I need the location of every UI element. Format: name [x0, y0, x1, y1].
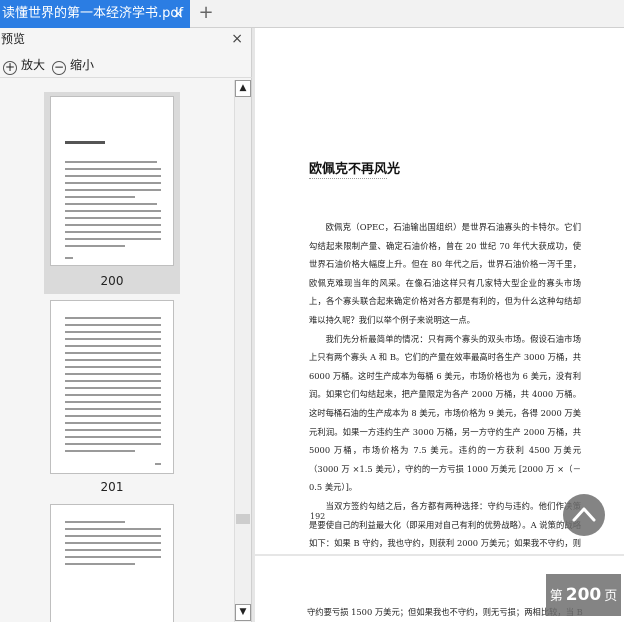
- document-page: 欧佩克不再风光 欧佩克（OPEC，石油输出国组织）是世界石油寡头的卡特尔。它们勾…: [255, 28, 624, 585]
- chevron-up-icon: [572, 507, 596, 522]
- zoom-in-button[interactable]: + 放大: [3, 56, 46, 75]
- scroll-up-arrow-icon[interactable]: ▲: [235, 80, 251, 97]
- section-title: 欧佩克不再风光: [309, 162, 401, 177]
- sidebar-title: 预览: [1, 32, 26, 46]
- paragraph: 欧佩克（OPEC，石油输出国组织）是世界石油寡头的卡特尔。它们勾结起来限制产量、…: [309, 222, 581, 325]
- thumbnail-item[interactable]: 200: [44, 92, 180, 294]
- zoom-out-label: 缩小: [70, 58, 95, 72]
- close-tab-icon[interactable]: ×: [172, 0, 184, 28]
- scroll-to-top-button[interactable]: [563, 494, 605, 536]
- page-indicator-prefix: 第: [549, 589, 563, 604]
- scroll-thumb[interactable]: [236, 514, 250, 524]
- page-thumbnail: [50, 300, 174, 474]
- next-page-text: 守约要亏损 1500 万美元；但如果我也不守约，则无亏损；两相比较，当 B: [307, 607, 583, 617]
- zoom-out-icon: −: [52, 60, 66, 75]
- thumbnail-item[interactable]: [44, 502, 180, 622]
- thumbnail-scrollbar[interactable]: ▲ ▼: [234, 80, 251, 622]
- document-tab-title: 读懂世界的第一本经济学书.pdf: [2, 6, 184, 21]
- thumbnail-item[interactable]: 201: [44, 298, 180, 498]
- document-view[interactable]: 欧佩克不再风光 欧佩克（OPEC，石油输出国组织）是世界石油寡头的卡特尔。它们勾…: [253, 28, 624, 622]
- thumbnail-page-number: 201: [100, 480, 124, 494]
- page-body: 欧佩克（OPEC，石油输出国组织）是世界石油寡头的卡特尔。它们勾结起来限制产量、…: [309, 218, 581, 590]
- sidebar-close-icon[interactable]: ×: [231, 28, 243, 50]
- zoom-in-icon: +: [3, 60, 17, 75]
- zoom-out-button[interactable]: − 缩小: [52, 56, 95, 75]
- page-thumbnail: [50, 504, 174, 622]
- thumbnail-page-number: 200: [100, 274, 124, 288]
- zoom-toolbar: + 放大 − 缩小: [0, 52, 252, 78]
- page-indicator-suffix: 页: [604, 589, 618, 604]
- scroll-down-arrow-icon[interactable]: ▼: [235, 604, 251, 621]
- page-footer-number: 192: [310, 512, 326, 521]
- document-tab[interactable]: 读懂世界的第一本经济学书.pdf ×: [0, 0, 190, 28]
- page-thumbnail: [50, 96, 174, 266]
- zoom-in-label: 放大: [21, 58, 46, 72]
- pdf-reader-window: 读懂世界的第一本经济学书.pdf × + 预览 × + 放大 − 缩小 200 …: [0, 0, 624, 622]
- page-indicator-value: 200: [565, 585, 602, 605]
- tab-bar: 读懂世界的第一本经济学书.pdf × +: [0, 0, 624, 28]
- paragraph: 我们先分析最简单的情况：只有两个寡头的双头市场。假设石油市场上只有两个寡头 A …: [309, 333, 581, 493]
- page-indicator: 第 200 页: [546, 574, 621, 616]
- title-underline: [309, 178, 387, 179]
- thumbnail-list: 200 201: [0, 80, 234, 622]
- new-tab-button[interactable]: +: [196, 2, 216, 24]
- preview-sidebar: 预览 × + 放大 − 缩小 200 201 ▲ ▼: [0, 28, 252, 622]
